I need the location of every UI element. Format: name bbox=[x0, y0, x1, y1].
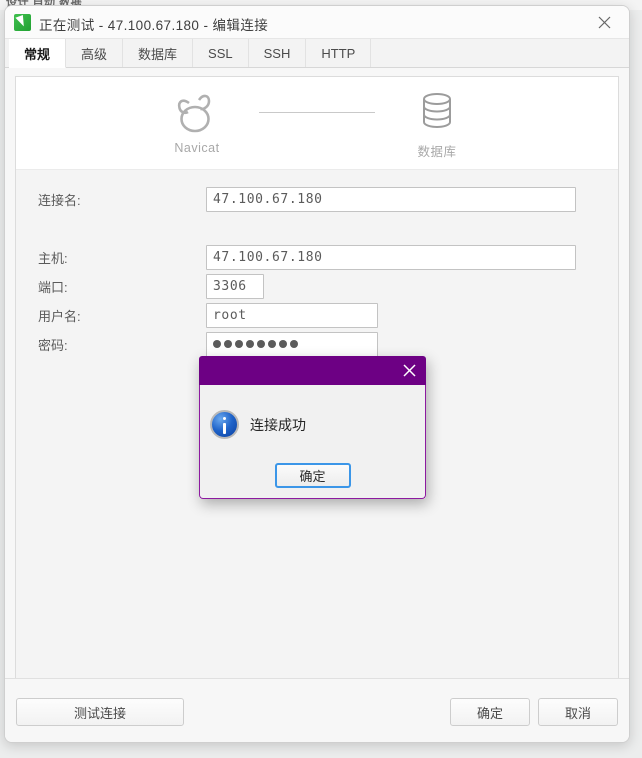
test-connection-button[interactable]: 测试连接 bbox=[16, 698, 184, 726]
field-row-host: 主机: 47.100.67.180 bbox=[16, 244, 618, 270]
port-input[interactable]: 3306 bbox=[206, 273, 264, 299]
modal-message-text: 连接成功 bbox=[250, 416, 306, 433]
modal-close-icon[interactable] bbox=[398, 360, 420, 381]
tab-http[interactable]: HTTP bbox=[306, 39, 372, 67]
connection-name-input[interactable]: 47.100.67.180 bbox=[206, 186, 576, 212]
username-label: 用户名: bbox=[38, 308, 81, 324]
navicat-app-icon bbox=[14, 14, 31, 31]
cancel-button[interactable]: 取消 bbox=[538, 698, 618, 726]
connection-diagram: Navicat 数据库 bbox=[16, 77, 618, 170]
navicat-logo-icon bbox=[177, 94, 211, 133]
password-input[interactable] bbox=[206, 331, 378, 357]
host-label: 主机: bbox=[38, 250, 68, 266]
titlebar: 正在测试 - 47.100.67.180 - 编辑连接 bbox=[5, 6, 629, 39]
modal-body: 连接成功 确定 bbox=[199, 385, 426, 499]
field-row-password: 密码: bbox=[16, 331, 618, 357]
username-input[interactable]: root bbox=[206, 302, 378, 328]
window-title: 正在测试 - 47.100.67.180 - 编辑连接 bbox=[39, 18, 269, 33]
host-input[interactable]: 47.100.67.180 bbox=[206, 244, 576, 270]
field-row-port: 端口: 3306 bbox=[16, 273, 618, 299]
password-mask bbox=[213, 340, 298, 348]
port-label: 端口: bbox=[38, 279, 68, 295]
connection-name-label: 连接名: bbox=[38, 192, 81, 208]
database-cylinder-icon bbox=[423, 93, 451, 129]
dialog-footer: 测试连接 确定 取消 bbox=[5, 678, 629, 742]
info-icon bbox=[210, 410, 239, 439]
database-node-caption: 数据库 bbox=[417, 145, 457, 159]
close-icon[interactable] bbox=[583, 8, 625, 36]
modal-message-row: 连接成功 bbox=[210, 410, 306, 439]
field-row-username: 用户名: root bbox=[16, 302, 618, 328]
tab-database[interactable]: 数据库 bbox=[123, 39, 194, 67]
tab-advanced[interactable]: 高级 bbox=[66, 39, 124, 67]
tabstrip: 常规 高级 数据库 SSL SSH HTTP bbox=[5, 39, 629, 68]
database-node: 数据库 bbox=[377, 89, 497, 160]
modal-titlebar bbox=[199, 356, 426, 385]
navicat-node-caption: Navicat bbox=[174, 141, 220, 155]
tab-ssh[interactable]: SSH bbox=[248, 39, 307, 67]
connection-line bbox=[257, 89, 377, 135]
password-label: 密码: bbox=[38, 337, 68, 353]
field-row-connection-name: 连接名: 47.100.67.180 bbox=[16, 186, 618, 212]
navicat-node: Navicat bbox=[137, 89, 257, 155]
connection-success-dialog: 连接成功 确定 bbox=[199, 356, 426, 499]
tabstrip-filler bbox=[371, 39, 629, 67]
tab-ssl[interactable]: SSL bbox=[193, 39, 249, 67]
ok-button[interactable]: 确定 bbox=[450, 698, 530, 726]
tab-general[interactable]: 常规 bbox=[9, 39, 67, 68]
modal-ok-button[interactable]: 确定 bbox=[274, 463, 351, 488]
screen: 设计 自动 数据 正在测试 - 47.100.67.180 - 编辑连接 常规 … bbox=[0, 0, 642, 758]
